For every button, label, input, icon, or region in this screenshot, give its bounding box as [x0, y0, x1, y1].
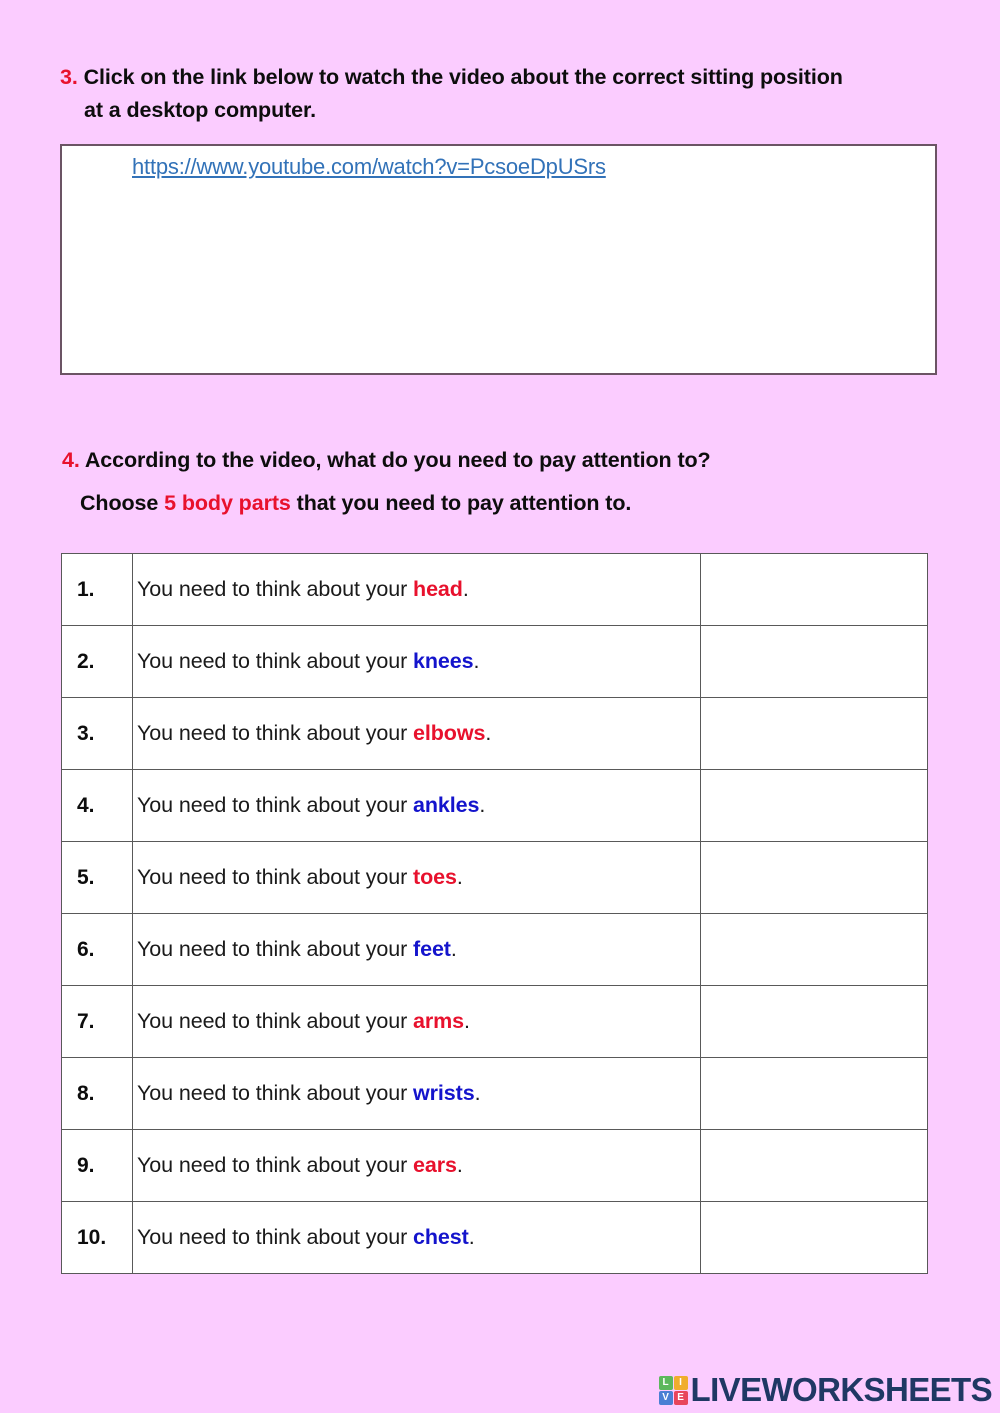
sentence-prefix: You need to think about your — [137, 1153, 414, 1177]
row-sentence: You need to think about your toes. — [132, 841, 701, 914]
row-number: 2. — [61, 625, 133, 698]
table-row: 10. You need to think about your chest. — [61, 1201, 928, 1274]
sentence-prefix: You need to think about your — [137, 649, 414, 673]
row-sentence: You need to think about your ankles. — [132, 769, 701, 842]
table-body: 1. You need to think about your head. 2. Yo… — [61, 553, 928, 1274]
answer-cell[interactable] — [700, 697, 928, 770]
sentence-prefix: You need to think about your — [137, 721, 414, 745]
sentence-suffix: . — [456, 865, 463, 889]
table-row: 6. You need to think about your feet. — [61, 913, 928, 986]
sentence-suffix: . — [468, 1225, 475, 1249]
table-row: 7. You need to think about your arms. — [61, 985, 928, 1058]
question-4-number: 4. — [62, 448, 80, 472]
logo-tile-v: V — [658, 1390, 673, 1405]
question-3: 3. Click on the link below to watch the … — [60, 61, 950, 127]
body-part-word: wrists — [413, 1081, 475, 1105]
sentence-suffix: . — [456, 1153, 463, 1177]
answer-cell[interactable] — [700, 913, 928, 986]
table-row: 4. You need to think about your ankles. — [61, 769, 928, 842]
row-number: 1. — [61, 553, 133, 626]
logo-tile-l: L — [658, 1375, 673, 1390]
body-part-word: toes — [413, 865, 457, 889]
table-row: 8. You need to think about your wrists. — [61, 1057, 928, 1130]
question-4-line2: Choose 5 body parts that you need to pay… — [62, 487, 942, 520]
row-number: 3. — [61, 697, 133, 770]
worksheet-page: 3. Click on the link below to watch the … — [0, 0, 1000, 1413]
row-sentence: You need to think about your feet. — [132, 913, 701, 986]
body-part-word: ankles — [413, 793, 480, 817]
sentence-prefix: You need to think about your — [137, 1225, 414, 1249]
answer-cell[interactable] — [700, 985, 928, 1058]
row-number: 8. — [61, 1057, 133, 1130]
question-4: 4. According to the video, what do you n… — [62, 444, 942, 520]
logo-tile-i: I — [673, 1375, 688, 1390]
question-4-choose-prefix: Choose — [80, 491, 165, 515]
row-number: 4. — [61, 769, 133, 842]
sentence-suffix: . — [474, 1081, 481, 1105]
row-sentence: You need to think about your arms. — [132, 985, 701, 1058]
sentence-prefix: You need to think about your — [137, 1009, 414, 1033]
answer-cell[interactable] — [700, 1057, 928, 1130]
youtube-video-link[interactable]: https://www.youtube.com/watch?v=PcsoeDpU… — [132, 154, 606, 180]
body-part-word: ears — [413, 1153, 457, 1177]
body-parts-answer-table: 1. You need to think about your head. 2. Yo… — [61, 553, 928, 1274]
row-number: 9. — [61, 1129, 133, 1202]
sentence-prefix: You need to think about your — [137, 865, 414, 889]
row-sentence: You need to think about your knees. — [132, 625, 701, 698]
row-sentence: You need to think about your ears. — [132, 1129, 701, 1202]
question-3-line1: Click on the link below to watch the vid… — [83, 65, 843, 89]
row-number: 10. — [61, 1201, 133, 1274]
answer-cell[interactable] — [700, 841, 928, 914]
body-part-word: head — [413, 577, 463, 601]
body-part-word: knees — [413, 649, 474, 673]
sentence-prefix: You need to think about your — [137, 793, 414, 817]
sentence-suffix: . — [464, 1009, 470, 1033]
sentence-prefix: You need to think about your — [137, 577, 414, 601]
row-number: 6. — [61, 913, 133, 986]
liveworksheets-wordmark: LIVEWORKSHEETS — [690, 1371, 993, 1408]
logo-tile-e: E — [673, 1390, 688, 1405]
row-number: 7. — [61, 985, 133, 1058]
question-3-line2: at a desktop computer. — [84, 98, 316, 122]
body-part-word: arms — [413, 1009, 465, 1033]
body-part-word: elbows — [413, 721, 486, 745]
row-number: 5. — [61, 841, 133, 914]
question-4-highlight: 5 body parts — [164, 491, 291, 515]
question-4-choose-suffix: that you need to pay attention to. — [290, 491, 632, 515]
sentence-prefix: You need to think about your — [137, 937, 414, 961]
liveworksheets-logo-icon: L I V E — [658, 1375, 688, 1405]
sentence-suffix: . — [479, 793, 486, 817]
row-sentence: You need to think about your wrists. — [132, 1057, 701, 1130]
table-row: 2. You need to think about your knees. — [61, 625, 928, 698]
answer-cell[interactable] — [700, 769, 928, 842]
row-sentence: You need to think about your head. — [132, 553, 701, 626]
table-row: 1. You need to think about your head. — [61, 553, 928, 626]
table-row: 9. You need to think about your ears. — [61, 1129, 928, 1202]
sentence-prefix: You need to think about your — [137, 1081, 414, 1105]
answer-cell[interactable] — [700, 1129, 928, 1202]
video-embed-box: https://www.youtube.com/watch?v=PcsoeDpU… — [60, 144, 937, 375]
table-row: 3. You need to think about your elbows. — [61, 697, 928, 770]
answer-cell[interactable] — [700, 553, 928, 626]
sentence-suffix: . — [462, 577, 469, 601]
table-row: 5. You need to think about your toes. — [61, 841, 928, 914]
body-part-word: feet — [413, 937, 451, 961]
question-4-line1: According to the video, what do you need… — [84, 448, 711, 472]
sentence-suffix: . — [473, 649, 480, 673]
liveworksheets-logo: L I V E LIVEWORKSHEETS — [658, 1371, 993, 1409]
answer-cell[interactable] — [700, 1201, 928, 1274]
sentence-suffix: . — [485, 721, 492, 745]
row-sentence: You need to think about your chest. — [132, 1201, 701, 1274]
body-part-word: chest — [413, 1225, 469, 1249]
question-3-number: 3. — [60, 65, 78, 89]
sentence-suffix: . — [450, 937, 457, 961]
row-sentence: You need to think about your elbows. — [132, 697, 701, 770]
answer-cell[interactable] — [700, 625, 928, 698]
